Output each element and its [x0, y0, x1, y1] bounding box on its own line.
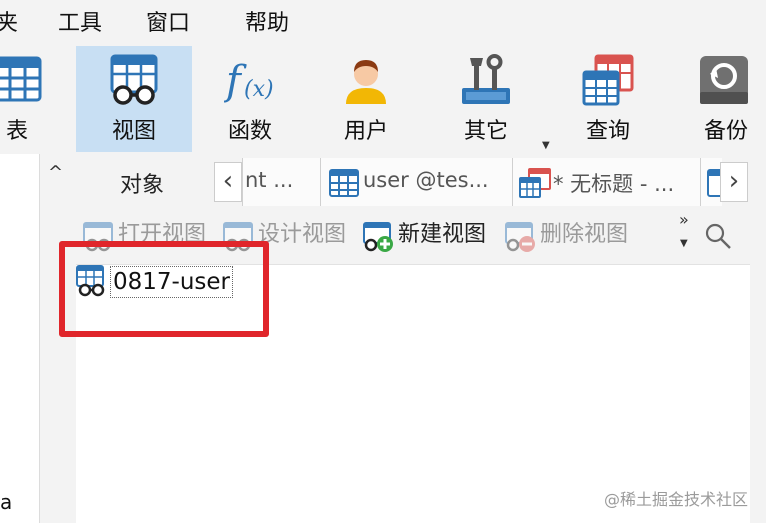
tab-scroll-right-icon[interactable]: › — [720, 162, 748, 202]
query-icon — [519, 168, 551, 198]
list-item[interactable]: 0817-user — [76, 265, 236, 299]
menu-window[interactable]: 窗口 — [146, 10, 190, 38]
more-actions-button[interactable]: » — [679, 210, 689, 229]
sidebar-item-text: a — [0, 490, 13, 514]
toolbar-other-label: 其它 — [463, 119, 508, 144]
main-toolbar: 表 视图 f (x) 函数 用户 其它 ▼ 查询 备份 — [0, 46, 766, 154]
design-view-icon — [223, 222, 253, 252]
backup-icon — [700, 56, 748, 104]
object-name: 0817-user — [110, 266, 233, 298]
tab-bar: ^ 对象 ‹ nt ... user @tes... * 无标题 - ... › — [40, 154, 766, 208]
toolbar-more-dropdown[interactable]: ▼ — [542, 140, 550, 151]
delete-view-label: 删除视图 — [540, 222, 629, 247]
delete-view-button[interactable]: 删除视图 — [504, 220, 644, 252]
table-icon — [0, 56, 42, 102]
toolbar-function-button[interactable]: f (x) 函数 — [192, 46, 308, 152]
toolbar-backup-label: 备份 — [703, 119, 748, 144]
toolbar-view-label: 视图 — [111, 119, 156, 144]
table-icon — [329, 169, 359, 197]
new-view-button[interactable]: 新建视图 — [362, 220, 502, 252]
query-icon — [582, 54, 634, 106]
toolbar-other-button[interactable]: 其它 — [428, 46, 544, 152]
object-list[interactable]: 0817-user — [76, 264, 750, 523]
right-gutter — [750, 264, 766, 523]
tab-event[interactable]: nt ... — [242, 158, 320, 206]
toolbar-backup-button[interactable]: 备份 — [686, 46, 766, 152]
toolbar-user-button[interactable]: 用户 — [308, 46, 424, 152]
toolbar-query-button[interactable]: 查询 — [550, 46, 666, 152]
design-view-button[interactable]: 设计视图 — [222, 220, 362, 252]
open-view-label: 打开视图 — [118, 222, 207, 247]
tools-icon — [462, 54, 510, 104]
open-view-button[interactable]: 打开视图 — [82, 220, 222, 252]
tab-event-label: nt ... — [245, 168, 294, 192]
toolbar-user-label: 用户 — [343, 119, 388, 144]
tab-objects-label: 对象 — [120, 173, 165, 198]
search-icon[interactable] — [704, 222, 732, 250]
function-icon: f (x) — [224, 58, 274, 104]
view-icon — [110, 54, 158, 105]
new-view-label: 新建视图 — [398, 222, 487, 247]
collapse-caret-icon[interactable]: ^ — [48, 162, 63, 183]
menu-favorites[interactable]: 夹 — [0, 10, 18, 38]
menu-help[interactable]: 帮助 — [245, 10, 289, 38]
menu-tools[interactable]: 工具 — [58, 10, 102, 38]
svg-text:(x): (x) — [244, 77, 274, 102]
watermark: @稀土掘金技术社区 — [604, 490, 749, 509]
more-actions-dropdown[interactable]: ▼ — [680, 238, 688, 249]
design-view-label: 设计视图 — [258, 222, 347, 247]
toolbar-query-label: 查询 — [585, 119, 630, 144]
toolbar-view-button[interactable]: 视图 — [76, 46, 192, 152]
object-action-bar: 打开视图 设计视图 新建视图 删除视图 » ▼ — [76, 208, 766, 264]
tab-untitled-query[interactable]: * 无标题 - ... — [512, 158, 700, 206]
tab-user-table-label: user @tes... — [363, 168, 489, 192]
tab-user-table[interactable]: user @tes... — [320, 158, 512, 206]
tab-overflow[interactable] — [700, 158, 723, 206]
connection-sidebar[interactable]: a — [0, 154, 40, 523]
view-icon — [76, 265, 105, 297]
toolbar-function-label: 函数 — [227, 119, 272, 144]
menu-bar: 夹 工具 窗口 帮助 — [0, 0, 766, 46]
toolbar-table-button[interactable]: 表 — [0, 46, 56, 152]
delete-view-icon — [505, 222, 535, 252]
user-icon — [346, 60, 386, 104]
tab-scroll-left-icon[interactable]: ‹ — [214, 162, 242, 202]
toolbar-table-label: 表 — [6, 119, 29, 144]
open-view-icon — [83, 222, 113, 252]
tab-untitled-query-label: * 无标题 - ... — [553, 172, 675, 196]
new-view-icon — [363, 222, 393, 252]
